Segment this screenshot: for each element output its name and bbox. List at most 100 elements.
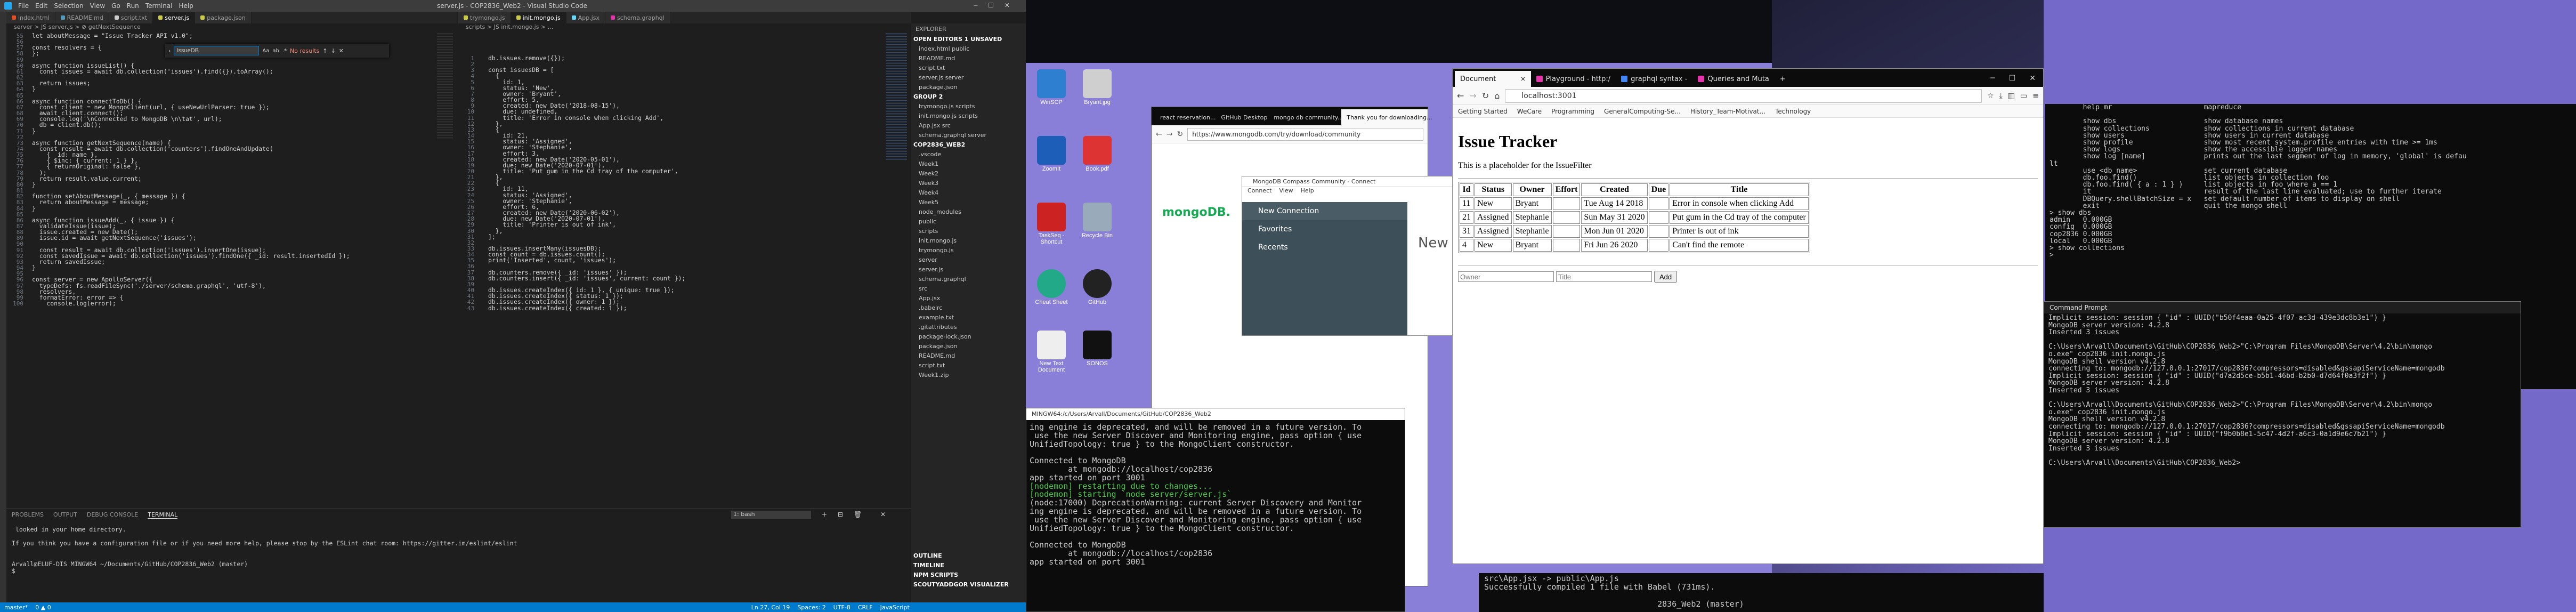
indent-status[interactable]: Spaces: 2 — [797, 604, 825, 611]
bookmark-generalcomputing[interactable]: GeneralComputing-Se... — [1604, 108, 1681, 115]
explorer-item[interactable]: Week1 — [911, 159, 1026, 169]
desktop-icon-sonos[interactable]: SONOS — [1074, 331, 1120, 367]
close-icon[interactable]: ✕ — [339, 47, 344, 54]
firefox-window-controls[interactable]: ─ ☐ ✕ — [1990, 74, 2043, 87]
explorer-item[interactable]: Week3 — [911, 179, 1026, 188]
explorer-item[interactable]: script.txt — [911, 361, 1026, 371]
arrow-down-icon[interactable]: ↓ — [331, 47, 336, 54]
tab-readme[interactable]: README.md — [55, 12, 109, 23]
tab-app-jsx[interactable]: App.jsx — [566, 12, 605, 23]
menu-edit[interactable]: Edit — [35, 2, 47, 10]
minimap-right[interactable] — [886, 33, 907, 161]
explorer-item[interactable]: App.jsx — [911, 294, 1026, 303]
explorer-item[interactable]: .vscode — [911, 150, 1026, 159]
menu-icon[interactable]: ≡ — [2032, 92, 2039, 100]
explorer-item[interactable]: Week1.zip — [911, 371, 1026, 380]
explorer-item[interactable]: README.md — [911, 54, 1026, 63]
breadcrumb-left[interactable]: server > JS server.js > ⊘ getNextSequenc… — [6, 23, 457, 32]
chevron-right-icon[interactable]: › — [168, 47, 171, 54]
tab-debug-console[interactable]: DEBUG CONSOLE — [87, 511, 138, 519]
sidebar-icon[interactable]: ▭ — [2020, 92, 2027, 100]
explorer-item[interactable]: schema.graphql — [911, 275, 1026, 284]
explorer-item[interactable]: init.mongo.js — [911, 236, 1026, 246]
tab-index-html[interactable]: index.html — [6, 12, 55, 23]
tab-github-desktop[interactable]: GitHub Desktop — [1216, 109, 1267, 125]
desktop-icon-bryant-jpg[interactable]: Bryant.jpg — [1074, 69, 1120, 106]
home-icon[interactable]: ⌂ — [1494, 91, 1500, 101]
regex-icon[interactable]: .* — [282, 48, 287, 54]
desktop-icon-winscp[interactable]: WinSCP — [1028, 69, 1074, 106]
menu-terminal[interactable]: Terminal — [145, 2, 173, 10]
desktop-icon-recycle-bin[interactable]: Recycle Bin — [1074, 203, 1120, 239]
add-button[interactable]: Add — [1654, 271, 1678, 283]
reload-icon[interactable]: ↻ — [1177, 130, 1183, 139]
outline-section[interactable]: OUTLINE — [911, 551, 1026, 561]
new-tab-button[interactable]: + — [1775, 71, 1791, 87]
reload-icon[interactable]: ↻ — [1482, 91, 1489, 101]
maximize-icon[interactable]: ☐ — [2009, 74, 2016, 83]
minimize-icon[interactable]: ─ — [1990, 74, 1995, 83]
desktop-icon-taskseq[interactable]: TaskSeq - Shortcut — [1028, 203, 1074, 245]
tab-package-json[interactable]: package.json — [195, 12, 252, 23]
problems-status[interactable]: 0 ▲ 0 — [35, 604, 51, 611]
new-connection-item[interactable]: New Connection — [1242, 202, 1407, 220]
explorer-item[interactable]: schema.graphql server — [911, 131, 1026, 140]
explorer-item[interactable]: server.js server — [911, 73, 1026, 83]
explorer-section[interactable]: GROUP 2 — [911, 92, 1026, 102]
visualizer-section[interactable]: SCOUTYADDGOR VISUALIZER — [911, 580, 1026, 590]
tab-graphql-syntax[interactable]: graphql syntax - — [1616, 71, 1692, 87]
explorer-item[interactable]: package-lock.json — [911, 332, 1026, 342]
window-controls[interactable]: ─☐✕ — [974, 2, 1020, 9]
explorer-item[interactable]: .babelrc — [911, 303, 1026, 313]
back-arrow-icon[interactable]: ← — [1156, 130, 1162, 139]
explorer-item[interactable]: index.html public — [911, 44, 1026, 54]
explorer-item[interactable]: App.jsx src — [911, 121, 1026, 131]
explorer-item[interactable]: trymongo.js — [911, 246, 1026, 255]
tab-mongodb-community[interactable]: mongo db community... — [1268, 109, 1343, 125]
breadcrumb-right[interactable]: scripts > JS init.mongo.js > ... — [458, 23, 909, 32]
url-bar-old[interactable]: https://www.mongodb.com/try/download/com… — [1187, 127, 1423, 141]
title-input[interactable] — [1556, 271, 1652, 282]
tab-problems[interactable]: PROBLEMS — [12, 511, 44, 519]
menu-selection[interactable]: Selection — [54, 2, 83, 10]
add-terminal-icon[interactable]: + — [822, 511, 827, 518]
back-arrow-icon[interactable]: ← — [1457, 91, 1464, 101]
bookmark-wecare[interactable]: WeCare — [1517, 108, 1542, 115]
url-bar[interactable]: localhost:3001 — [1505, 88, 1982, 103]
trash-icon[interactable]: 🗑 — [854, 511, 862, 518]
tab-document[interactable]: Document ✕ — [1455, 71, 1531, 87]
owner-input[interactable] — [1458, 271, 1554, 282]
explorer-item[interactable]: .gitattributes — [911, 323, 1026, 332]
explorer-item[interactable]: Week4 — [911, 188, 1026, 198]
desktop-icon-cheat-sheet[interactable]: Cheat Sheet — [1028, 269, 1074, 305]
tab-playground[interactable]: Playground - http:/ — [1531, 71, 1616, 87]
mingw-terminal-output[interactable]: ing engine is deprecated, and will be re… — [1026, 420, 1405, 570]
timeline-section[interactable]: TIMELINE — [911, 561, 1026, 570]
favorites-item[interactable]: Favorites — [1242, 220, 1407, 238]
tab-output[interactable]: OUTPUT — [53, 511, 77, 519]
explorer-item[interactable]: script.txt — [911, 63, 1026, 73]
tab-trymongo-js[interactable]: trymongo.js — [458, 12, 511, 23]
tab-init-mongo-js[interactable]: init.mongo.js — [511, 12, 566, 23]
menu-view[interactable]: View — [1279, 187, 1293, 197]
explorer-item[interactable]: src — [911, 284, 1026, 294]
explorer-section[interactable]: COP2836_WEB2 — [911, 140, 1026, 150]
menu-go[interactable]: Go — [111, 2, 120, 10]
download-icon[interactable]: ⤓ — [1999, 92, 2003, 100]
bookmark-technology[interactable]: Technology — [1775, 108, 1811, 115]
arrow-up-icon[interactable]: ↑ — [322, 47, 327, 54]
command-prompt-output[interactable]: Implicit session: session { "id" : UUID(… — [2044, 313, 2521, 468]
terminal-select[interactable]: 1: bash — [731, 511, 811, 519]
close-tab-icon[interactable]: ✕ — [1520, 76, 1525, 83]
desktop-icon-book-pdf[interactable]: Book.pdf — [1074, 136, 1120, 172]
bookmark-programming[interactable]: Programming — [1551, 108, 1594, 115]
code-editor-left[interactable]: let aboutMessage = "Issue Tracker API v1… — [32, 33, 448, 508]
menu-file[interactable]: File — [18, 2, 29, 10]
babel-terminal[interactable]: src\App.jsx -> public\App.js Successfully… — [1479, 573, 2044, 612]
explorer-item[interactable]: example.txt — [911, 313, 1026, 323]
language-status[interactable]: JavaScript — [880, 604, 910, 611]
tab-queries-mutations[interactable]: Queries and Muta — [1692, 71, 1774, 87]
explorer-item[interactable]: Week5 — [911, 198, 1026, 207]
integrated-terminal[interactable]: looked in your home directory. If you th… — [6, 521, 911, 580]
desktop-icon-zoomit[interactable]: ZoomIt — [1028, 136, 1074, 172]
